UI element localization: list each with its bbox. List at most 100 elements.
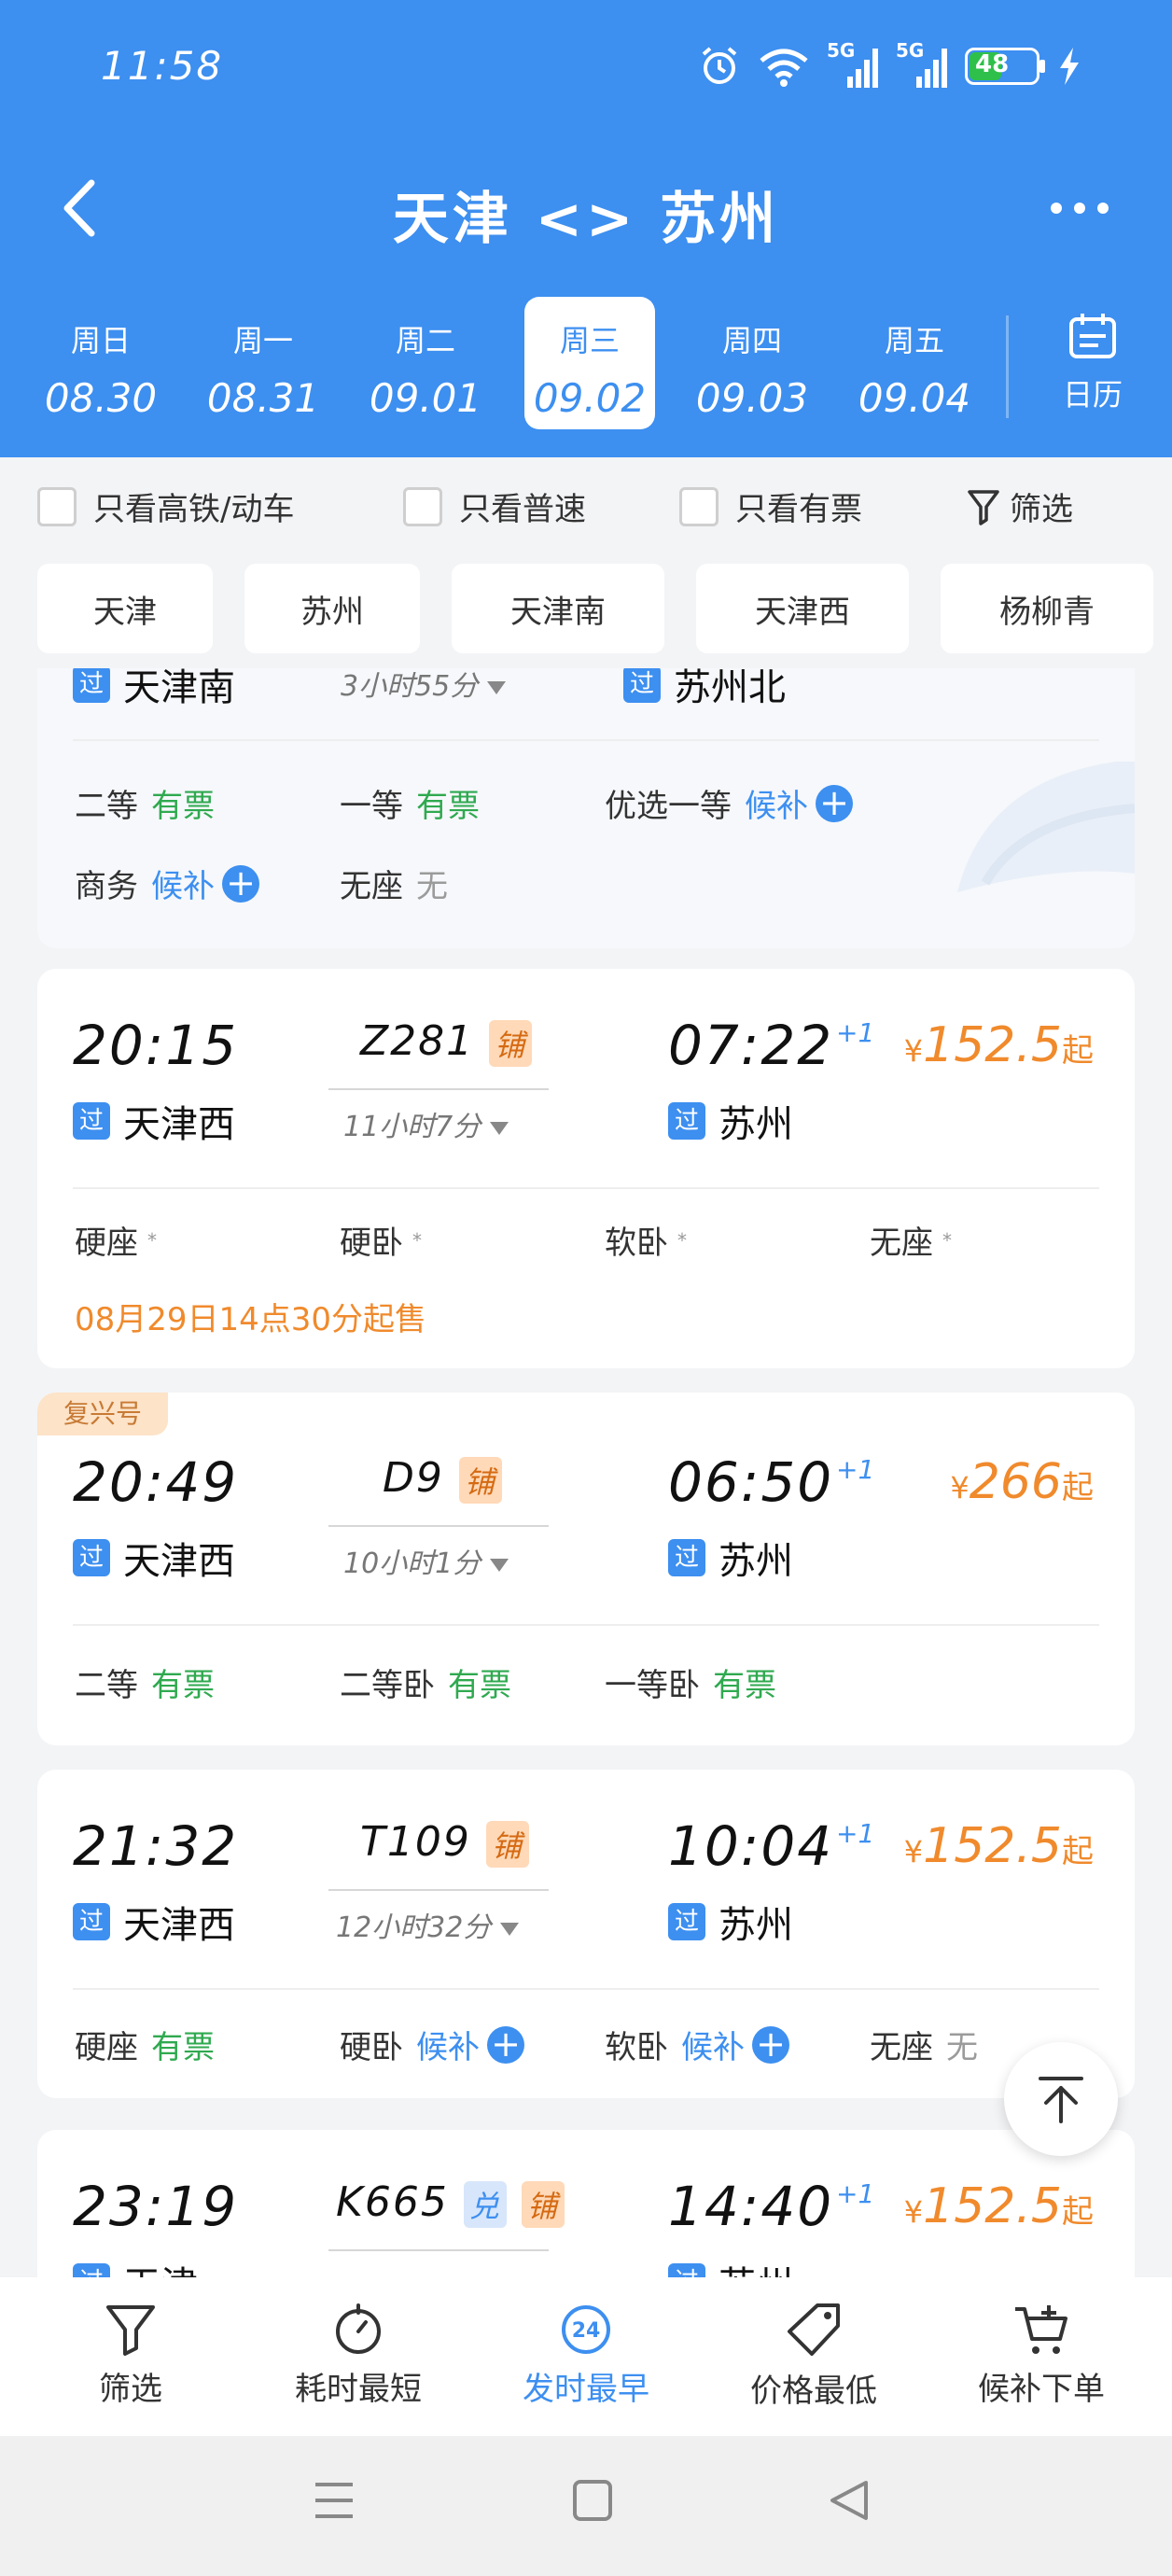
departure-time: 20:49: [73, 1450, 239, 1514]
seat-business[interactable]: 商务 候补 +: [75, 861, 259, 906]
scroll-to-top-button[interactable]: [1004, 2042, 1118, 2156]
back-triangle-icon[interactable]: [827, 2477, 872, 2524]
date-tab-0902-selected[interactable]: 周三 09.02: [524, 297, 655, 429]
arrival-station: 过苏州: [668, 1531, 793, 1585]
seat-hard-sleeper[interactable]: 硬卧 候补 +: [340, 2022, 524, 2067]
battery-indicator: 48: [965, 48, 1045, 85]
departure-time: 20:15: [73, 1014, 239, 1077]
station-chip-suzhou[interactable]: 苏州: [244, 564, 420, 653]
add-waitlist-icon[interactable]: +: [816, 784, 853, 822]
nav-filter[interactable]: 筛选: [28, 2302, 233, 2409]
duration[interactable]: 10小时1分: [343, 1540, 509, 1581]
arrival-time: 07:22: [668, 1014, 834, 1077]
nav-shortest-duration[interactable]: 耗时最短: [256, 2302, 461, 2409]
status-bar: 11:58 5G 5G 48: [0, 37, 1172, 103]
more-menu-icon[interactable]: [1047, 194, 1112, 222]
duration[interactable]: 3小时55分: [341, 668, 506, 704]
train-list: 过天津南 3小时55分 过苏州北 二等 有票 一等 有票 优选一等 候补 + 商务 候补 +…: [0, 668, 1172, 2277]
home-square-icon[interactable]: [571, 2477, 614, 2524]
checkbox-normal-speed[interactable]: 只看普速: [403, 483, 586, 529]
arrival-time: 06:50: [668, 1450, 834, 1514]
train-number: Z281 铺: [360, 1017, 533, 1067]
nav-earliest-departure[interactable]: 24 发时最早: [483, 2302, 689, 2409]
checkbox-high-speed[interactable]: 只看高铁/动车: [37, 483, 294, 529]
calendar-button[interactable]: 日历: [1023, 297, 1163, 429]
next-day-mark: +1: [836, 2178, 875, 2209]
train-card-z281[interactable]: 20:15 Z281 铺 07:22 +1 ¥152.5起 过天津西 11小时7…: [37, 969, 1135, 1368]
next-day-mark: +1: [836, 1454, 875, 1485]
calendar-icon: [1069, 314, 1116, 358]
duration[interactable]: 12小时32分: [336, 1904, 519, 1945]
calendar-divider: [1006, 315, 1009, 418]
sleeper-tag: 铺: [489, 1020, 533, 1067]
nav-waitlist-order[interactable]: 候补下单: [939, 2302, 1144, 2409]
alarm-icon: [702, 47, 737, 84]
train-number: K665 兑 铺: [336, 2178, 565, 2228]
signal-5g-2: 5G: [896, 39, 948, 90]
price: ¥152.5起: [903, 2178, 1094, 2234]
signal-bars-icon: [847, 49, 878, 88]
station-chip-tianjin-south[interactable]: 天津南: [452, 564, 664, 653]
train-number: T109 铺: [360, 1818, 529, 1868]
station-chip-tianjin[interactable]: 天津: [37, 564, 213, 653]
filter-button[interactable]: 筛选: [967, 483, 1073, 529]
checkbox-available-only[interactable]: 只看有票: [679, 483, 862, 529]
fuxing-badge: 复兴号: [37, 1393, 168, 1435]
seat-hard-seat: 硬座 有票: [75, 2029, 215, 2066]
seat-no-seat: 无座无: [870, 2029, 978, 2066]
station-chip-row: 天津 苏州 天津南 天津西 杨柳青: [0, 564, 1172, 655]
sleeper-tag: 铺: [485, 1821, 529, 1868]
exchange-tag: 兑: [463, 2181, 507, 2228]
price: ¥266起: [950, 1454, 1094, 1510]
add-waitlist-icon[interactable]: +: [752, 2025, 789, 2064]
station-chip-yangliuqing[interactable]: 杨柳青: [941, 564, 1153, 653]
date-tab-0831[interactable]: 周一 08.31: [175, 297, 351, 429]
filter-bar: 只看高铁/动车 只看普速 只看有票 筛选: [0, 457, 1172, 551]
train-watermark-icon: [957, 762, 1135, 892]
menu-lines-icon[interactable]: [312, 2477, 356, 2524]
seat-no-seat: 无座 *: [870, 1225, 952, 1262]
add-waitlist-icon[interactable]: +: [487, 2025, 524, 2064]
seat-soft-sleeper[interactable]: 软卧 候补 +: [605, 2022, 789, 2067]
date-tab-0903[interactable]: 周四 09.03: [664, 297, 840, 429]
date-tab-0901[interactable]: 周二 09.01: [338, 297, 513, 429]
add-waitlist-icon[interactable]: +: [222, 864, 259, 903]
seat-first-class: 一等 有票: [340, 788, 480, 825]
app-root: 11:58 5G 5G 48 天津 <> 苏州 周日 08.30 周一 08.3…: [0, 0, 1172, 2576]
seat-premium-first[interactable]: 优选一等 候补 +: [605, 780, 853, 826]
train-card-partial[interactable]: 过天津南 3小时55分 过苏州北 二等 有票 一等 有票 优选一等 候补 + 商务 候补 +…: [37, 668, 1135, 948]
train-card-d9[interactable]: 复兴号 20:49 D9 铺 06:50 +1 ¥266起 过天津西 10小时1…: [37, 1393, 1135, 1745]
sale-time-note: 08月29日14点30分起售: [75, 1301, 427, 1338]
price: ¥152.5起: [903, 1818, 1094, 1874]
funnel-icon: [968, 489, 999, 525]
date-tab-0904[interactable]: 周五 09.04: [827, 297, 1002, 429]
price-tag-icon: [788, 2303, 840, 2356]
arrow-up-icon: [1039, 2077, 1083, 2123]
seat-second-sleeper: 二等卧 有票: [340, 1667, 511, 1704]
train-number: D9 铺: [383, 1454, 502, 1504]
train-card-k665[interactable]: 23:19 K665 兑 铺 14:40 +1 ¥152.5起 过天津 过苏州: [37, 2130, 1135, 2277]
departure-time: 21:32: [73, 1814, 239, 1878]
arrival-time: 14:40: [668, 2175, 834, 2238]
train-card-t109[interactable]: 21:32 T109 铺 10:04 +1 ¥152.5起 过天津西 12小时3…: [37, 1770, 1135, 2098]
seat-second-class: 二等 有票: [75, 788, 215, 825]
arrival-station: 过苏州: [668, 2255, 793, 2277]
bottom-nav: 筛选 耗时最短 24 发时最早 价格最低 候补下单: [0, 2277, 1172, 2436]
sleeper-tag: 铺: [521, 2181, 565, 2228]
status-time: 11:58: [101, 43, 224, 89]
next-day-mark: +1: [836, 1017, 875, 1048]
date-tab-0830[interactable]: 周日 08.30: [13, 297, 188, 429]
arrival-station: 过苏州: [668, 1895, 793, 1949]
status-icons: 5G 5G 48: [698, 39, 1082, 90]
seat-soft-sleeper: 软卧 *: [605, 1225, 687, 1262]
date-selector: 周日 08.30 周一 08.31 周二 09.01 周三 09.02 周四 09.03 …: [0, 297, 1172, 437]
arrival-station: 过苏州北: [623, 668, 786, 711]
charging-bolt-icon: [1060, 48, 1079, 85]
duration[interactable]: 11小时7分: [343, 1103, 509, 1144]
cart-add-icon: [1015, 2305, 1067, 2354]
nav-lowest-price[interactable]: 价格最低: [711, 2302, 916, 2411]
station-chip-tianjin-west[interactable]: 天津西: [696, 564, 909, 653]
price: ¥152.5起: [903, 1017, 1094, 1073]
departure-station: 过天津: [73, 2255, 198, 2277]
system-navigation-bar: [0, 2436, 1172, 2576]
